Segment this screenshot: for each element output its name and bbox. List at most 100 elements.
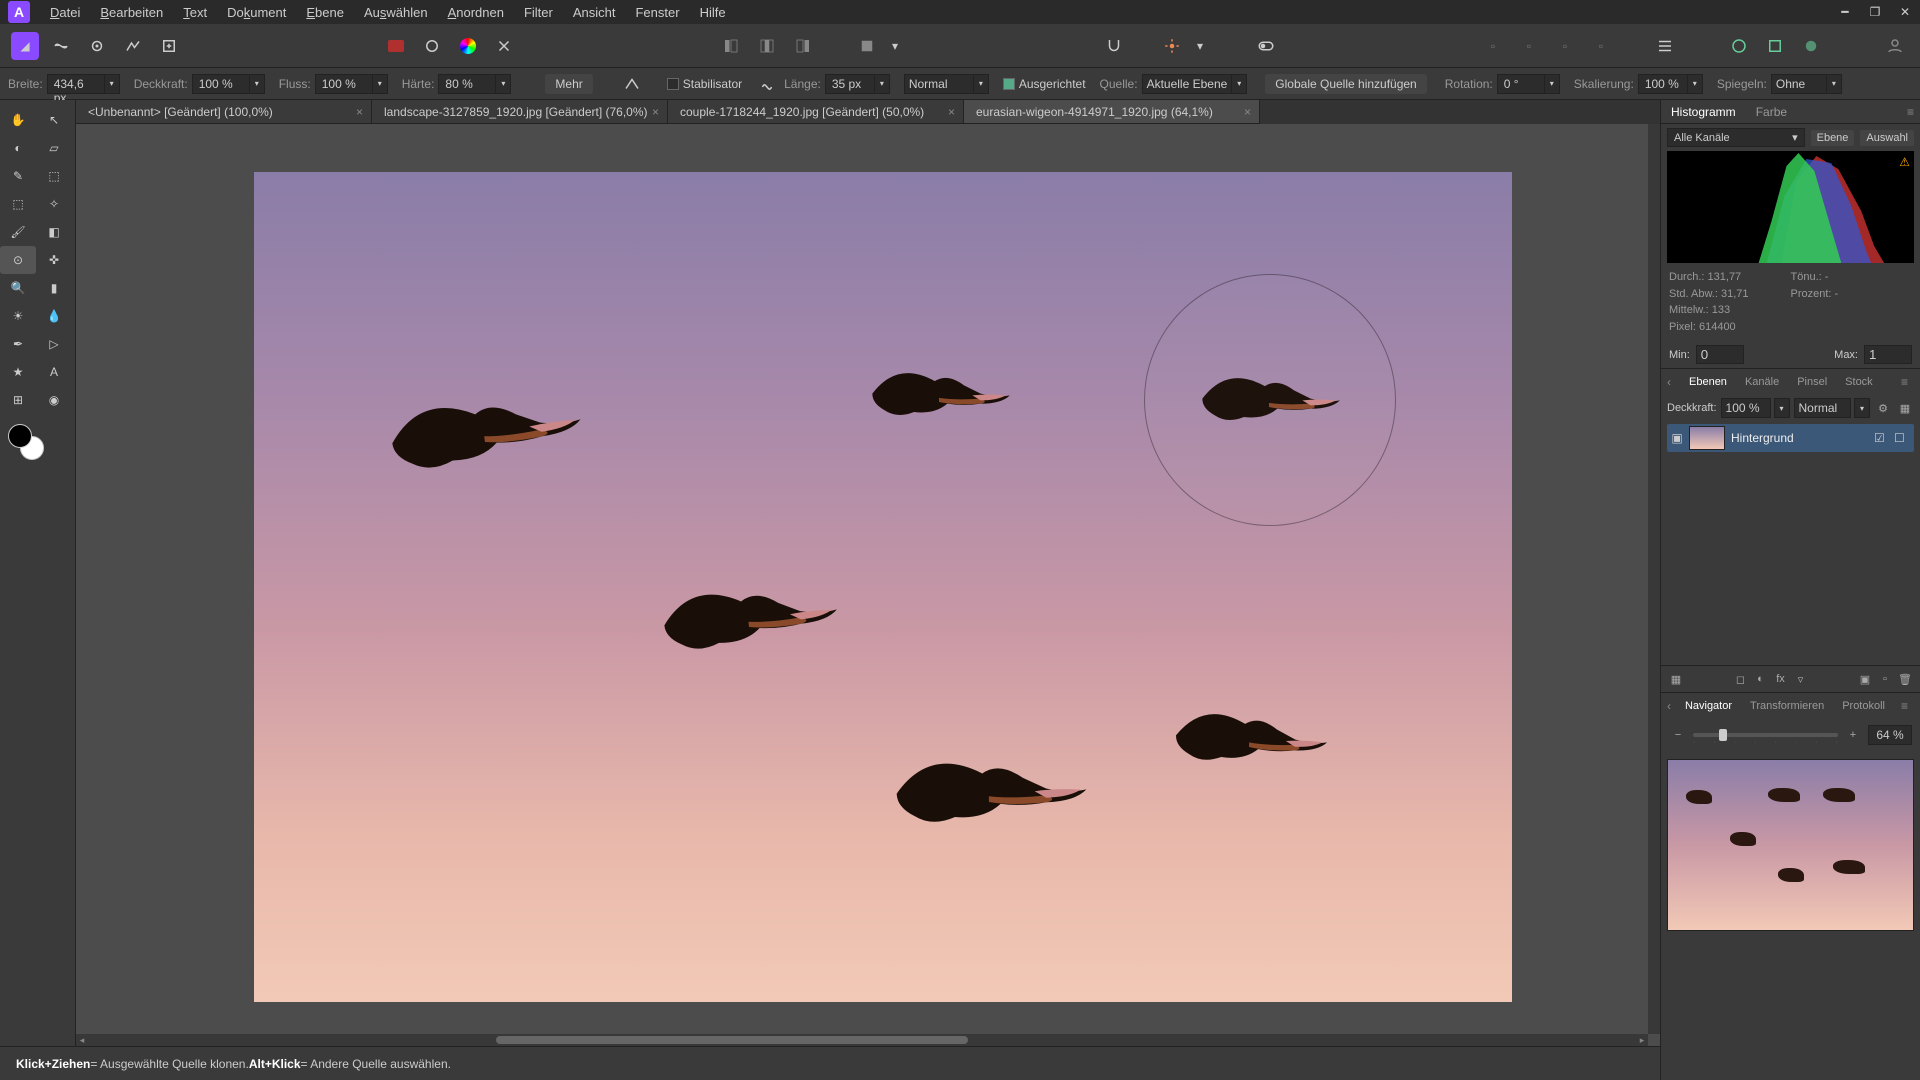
adjustment-layer-icon[interactable]: ◐ xyxy=(1752,670,1770,688)
layers-tab-stock[interactable]: Stock xyxy=(1837,373,1881,391)
menu-text[interactable]: Text xyxy=(173,1,217,24)
layers-panel-menu-icon[interactable]: ≡ xyxy=(1895,375,1914,389)
menu-filter[interactable]: Filter xyxy=(514,1,563,24)
opacity-input[interactable]: 100 % xyxy=(192,74,250,94)
persona-develop-button[interactable] xyxy=(82,31,112,61)
align-distribute-button[interactable] xyxy=(1650,31,1680,61)
healing-tool[interactable]: ✜ xyxy=(36,246,72,274)
menu-anordnen[interactable]: Anordnen xyxy=(438,1,514,24)
aligned-checkbox[interactable]: Ausgerichtet xyxy=(1003,77,1086,91)
panel-collapse-icon-2[interactable]: ‹ xyxy=(1667,699,1675,713)
document-tab[interactable]: landscape-3127859_1920.jpg [Geändert] (7… xyxy=(372,100,668,123)
color-swatches[interactable] xyxy=(8,424,44,460)
hand-tool[interactable]: ✋ xyxy=(0,106,36,134)
stock-2-button[interactable] xyxy=(1760,31,1790,61)
scale-input[interactable]: 100 % xyxy=(1638,74,1688,94)
zoom-value-input[interactable]: 64 % xyxy=(1868,725,1912,745)
nav-panel-menu-icon[interactable]: ≡ xyxy=(1895,699,1914,713)
rotation-input[interactable]: 0 ° xyxy=(1497,74,1545,94)
color-picker-button[interactable] xyxy=(417,31,447,61)
layer-row[interactable]: ▣ Hintergrund ☑ ☐ xyxy=(1667,424,1914,452)
layer-fx-icon[interactable]: ⚙ xyxy=(1874,399,1892,417)
zoom-slider[interactable]: ········ xyxy=(1693,733,1838,737)
panel-menu-icon[interactable]: ≡ xyxy=(1901,105,1920,119)
erase-tool[interactable]: ◧ xyxy=(36,218,72,246)
minimize-button[interactable]: ━ xyxy=(1830,0,1860,24)
layers-tab-kanäle[interactable]: Kanäle xyxy=(1737,373,1787,391)
panel-collapse-icon[interactable]: ‹ xyxy=(1667,375,1679,389)
document-tab[interactable]: <Unbenannt> [Geändert] (100,0%)× xyxy=(76,100,372,123)
arrange-center-button[interactable] xyxy=(752,31,782,61)
nav-tab-navigator[interactable]: Navigator xyxy=(1677,697,1740,715)
clone-tool[interactable]: ⊙ xyxy=(0,246,36,274)
layer-opacity-input[interactable]: 100 % xyxy=(1721,398,1771,418)
arrange-right-button[interactable] xyxy=(788,31,818,61)
color-wheel-button[interactable] xyxy=(453,31,483,61)
menu-bearbeiten[interactable]: Bearbeiten xyxy=(90,1,173,24)
snapping-button[interactable] xyxy=(1099,31,1129,61)
zoom-in-button[interactable]: + xyxy=(1844,726,1862,744)
tab-close-icon[interactable]: × xyxy=(652,105,659,119)
scroll-left-arrow-icon[interactable]: ◂ xyxy=(76,1034,88,1046)
auto-levels-button[interactable] xyxy=(489,31,519,61)
hardness-dropdown[interactable]: ▾ xyxy=(495,74,511,94)
source-select[interactable]: Aktuelle Ebene xyxy=(1142,74,1233,94)
wand-tool[interactable]: ✧ xyxy=(36,190,72,218)
blend-mode-select[interactable]: Normal xyxy=(904,74,974,94)
tab-close-icon[interactable]: × xyxy=(1244,105,1251,119)
rotation-dropdown[interactable]: ▾ xyxy=(1544,74,1560,94)
persona-liquify-button[interactable] xyxy=(46,31,76,61)
layer-thumbnail[interactable] xyxy=(1689,426,1725,450)
layers-tab-ebenen[interactable]: Ebenen xyxy=(1681,373,1735,391)
text-tool[interactable]: A xyxy=(36,358,72,386)
blend-dropdown[interactable]: ▾ xyxy=(973,74,989,94)
width-dropdown[interactable]: ▾ xyxy=(104,74,120,94)
live-filter-icon[interactable]: ▿ xyxy=(1792,670,1810,688)
selection-brush-tool[interactable]: ✎ xyxy=(0,162,36,190)
color-picker-tool[interactable]: ◐ xyxy=(0,134,36,162)
nav-tab-protokoll[interactable]: Protokoll xyxy=(1834,697,1893,715)
scale-dropdown[interactable]: ▾ xyxy=(1687,74,1703,94)
tab-close-icon[interactable]: × xyxy=(948,105,955,119)
flood-select-tool[interactable]: ⬚ xyxy=(0,190,36,218)
hardness-input[interactable]: 80 % xyxy=(438,74,496,94)
flip-dropdown[interactable]: ▾ xyxy=(1826,74,1842,94)
menu-datei[interactable]: Datei xyxy=(40,1,90,24)
layer-scope-button[interactable]: Ebene xyxy=(1811,130,1855,146)
marquee-tool[interactable]: ⬚ xyxy=(36,162,72,190)
stabilizer-checkbox[interactable]: Stabilisator xyxy=(667,77,742,91)
layers-tab-pinsel[interactable]: Pinsel xyxy=(1789,373,1835,391)
rope-mode-icon[interactable] xyxy=(752,69,782,99)
menu-ebene[interactable]: Ebene xyxy=(296,1,354,24)
scroll-right-arrow-icon[interactable]: ▸ xyxy=(1636,1034,1648,1046)
menu-hilfe[interactable]: Hilfe xyxy=(690,1,736,24)
close-window-button[interactable]: ✕ xyxy=(1890,0,1920,24)
flow-input[interactable]: 100 % xyxy=(315,74,373,94)
mesh-tool[interactable]: ⊞ xyxy=(0,386,36,414)
assistant-button[interactable] xyxy=(1157,31,1187,61)
fill-tool[interactable]: ▮ xyxy=(36,274,72,302)
selection-scope-button[interactable]: Auswahl xyxy=(1860,130,1914,146)
more-button[interactable]: Mehr xyxy=(545,74,592,94)
paint-brush-tool[interactable]: 🖌 xyxy=(0,218,36,246)
layer-blend-select[interactable]: Normal xyxy=(1794,398,1851,418)
node-tool[interactable]: ▷ xyxy=(36,330,72,358)
stock-button[interactable] xyxy=(1724,31,1754,61)
move-tool[interactable]: ↖ xyxy=(36,106,72,134)
crop-tool[interactable]: ▱ xyxy=(36,134,72,162)
canvas-vertical-scrollbar[interactable] xyxy=(1648,124,1660,1034)
histogram-tab[interactable]: Histogramm xyxy=(1661,101,1746,123)
quickmask-dropdown[interactable]: ▾ xyxy=(888,31,902,61)
eyedropper-tool[interactable]: ◉ xyxy=(36,386,72,414)
toggle-ui-button[interactable] xyxy=(1251,31,1281,61)
foreground-color[interactable] xyxy=(8,424,32,448)
document-tab[interactable]: couple-1718244_1920.jpg [Geändert] (50,0… xyxy=(668,100,964,123)
opacity-dropdown[interactable]: ▾ xyxy=(249,74,265,94)
layer-visibility-toggle[interactable]: ☑ xyxy=(1874,431,1894,445)
flow-dropdown[interactable]: ▾ xyxy=(372,74,388,94)
persona-tonemap-button[interactable] xyxy=(118,31,148,61)
fx-layer-icon[interactable]: fx xyxy=(1772,670,1790,688)
persona-export-button[interactable] xyxy=(154,31,184,61)
hscroll-thumb[interactable] xyxy=(496,1036,968,1044)
menu-ansicht[interactable]: Ansicht xyxy=(563,1,626,24)
